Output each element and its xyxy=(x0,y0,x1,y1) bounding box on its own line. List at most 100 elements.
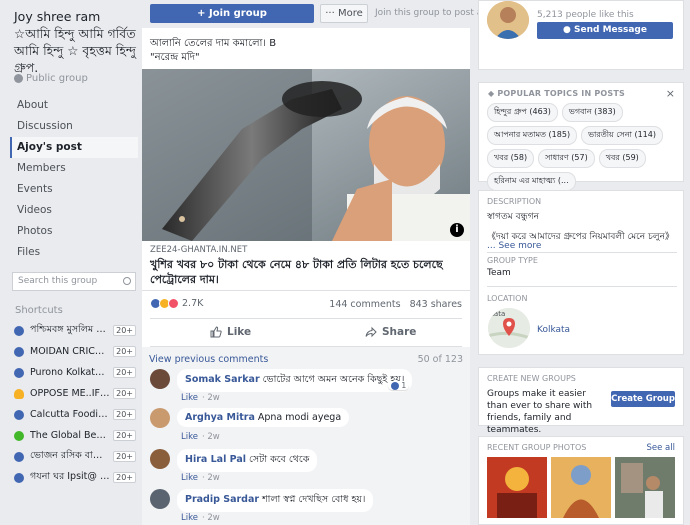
close-icon[interactable]: × xyxy=(666,87,675,100)
comment-text: Apna modi ayega xyxy=(257,412,342,423)
comment-like-link[interactable]: Like xyxy=(181,432,198,442)
post-text-line: আলানি তেলের দাম কমালো। B xyxy=(150,38,277,49)
comment-author[interactable]: Arghya Mitra xyxy=(185,412,255,423)
avatar-art xyxy=(487,1,529,39)
avatar[interactable] xyxy=(487,1,529,39)
comment-time[interactable]: 2w xyxy=(207,393,219,403)
group-photo[interactable] xyxy=(615,457,675,518)
group-icon xyxy=(14,472,24,483)
topic-tag[interactable]: ভগবান (383) xyxy=(561,103,623,122)
post-text-line: "নরেন্দ্র মদি" xyxy=(150,52,200,63)
nav-item-ajoys-post[interactable]: Ajoy's post xyxy=(10,137,138,158)
left-sidebar: Joy shree ram ☆আমি হিন্দু আমি গর্বিত আমি… xyxy=(0,0,140,525)
comment-bubble: Somak Sarkar ভোটের আগে অমন অনেক কিছুই হয়… xyxy=(177,369,413,392)
comment-like-link[interactable]: Like xyxy=(181,393,198,403)
comment-reactions[interactable]: 1 xyxy=(388,381,410,390)
nav-item-events[interactable]: Events xyxy=(10,179,138,200)
like-button[interactable]: Like xyxy=(210,326,251,338)
shortcut-item[interactable]: OPPOSE ME..IF U...20+ xyxy=(14,383,136,404)
avatar[interactable] xyxy=(150,408,170,428)
nav-item-photos[interactable]: Photos xyxy=(10,221,138,242)
avatar[interactable] xyxy=(150,449,170,469)
link-title[interactable]: খুশির খবর ৮০ টাকা থেকে নেমে ৪৮ টাকা প্রত… xyxy=(150,257,462,287)
description-text: স্বাগতম বন্ধুগন xyxy=(487,212,540,222)
shortcut-label: MOIDAN CRICKET... xyxy=(30,346,110,357)
reactions-summary[interactable]: 2.7K xyxy=(150,298,203,309)
topic-tag[interactable]: সাধারণ (57) xyxy=(538,149,595,168)
comment-text: শালা স্বপ্ন দেখছিস বোধ হয়। xyxy=(262,494,366,505)
shares-count[interactable]: 843 shares xyxy=(410,299,462,310)
search-icon[interactable] xyxy=(123,277,131,285)
create-groups-heading: CREATE NEW GROUPS xyxy=(487,374,576,383)
comment-meta: Like · 2w xyxy=(181,473,220,483)
location-map[interactable]: kata xyxy=(488,308,530,348)
shortcut-label: গযনা ঘর Ipsit@ The... xyxy=(30,471,110,482)
page-likes-count: 5,213 people like this xyxy=(537,10,634,20)
group-title[interactable]: Joy shree ram ☆আমি হিন্দু আমি গর্বিত আমি… xyxy=(14,8,138,76)
shortcut-item[interactable]: MOIDAN CRICKET...20+ xyxy=(14,341,136,362)
send-message-label: Send Message xyxy=(574,25,647,35)
topic-tag[interactable]: খবর (59) xyxy=(598,149,646,168)
comment-like-link[interactable]: Like xyxy=(181,513,198,523)
nav-item-discussion[interactable]: Discussion xyxy=(10,116,138,137)
nav-item-files[interactable]: Files xyxy=(10,242,138,263)
comment-meta: Like · 2w xyxy=(181,432,220,442)
comment-time[interactable]: 2w xyxy=(207,513,219,523)
location-value[interactable]: Kolkata xyxy=(537,325,570,335)
like-reaction-icon xyxy=(391,381,400,390)
topic-tag[interactable]: হরিনাম এর মাহাত্ম্য (... xyxy=(487,172,576,191)
info-icon[interactable]: i xyxy=(450,223,464,237)
group-photo-art xyxy=(487,457,547,518)
more-button[interactable]: ··· More xyxy=(320,4,368,23)
avatar[interactable] xyxy=(150,489,170,509)
nav-item-about[interactable]: About xyxy=(10,95,138,116)
group-icon xyxy=(14,367,24,378)
view-previous-comments-link[interactable]: View previous comments xyxy=(149,354,268,365)
map-label: kata xyxy=(490,310,506,318)
shortcuts-heading: Shortcuts xyxy=(15,305,63,316)
popular-topics-title: POPULAR TOPICS IN POSTS xyxy=(497,89,625,98)
comment-time[interactable]: 2w xyxy=(207,432,219,442)
shortcut-item[interactable]: ভোজন রসিক বাঙালি -...20+ xyxy=(14,446,136,467)
avatar[interactable] xyxy=(150,369,170,389)
join-group-button[interactable]: + Join group xyxy=(150,4,314,23)
share-button[interactable]: Share xyxy=(365,326,416,338)
divider xyxy=(150,318,462,319)
comment-author[interactable]: Pradip Sardar xyxy=(185,494,259,505)
shortcut-item[interactable]: Calcutta Foodies C...20+ xyxy=(14,404,136,425)
create-group-button[interactable]: Create Group xyxy=(611,391,675,407)
topic-tag[interactable]: খবর (58) xyxy=(487,149,535,168)
post-text: আলানি তেলের দাম কমালো। B "নরেন্দ্র মদি" xyxy=(150,37,460,65)
comment-author[interactable]: Hira Lal Pal xyxy=(185,454,246,465)
shortcut-item[interactable]: Purono Kolkatar G...20+ xyxy=(14,362,136,383)
comment-time[interactable]: 2w xyxy=(207,473,219,483)
comment-like-link[interactable]: Like xyxy=(181,473,198,483)
group-photo[interactable] xyxy=(551,457,611,518)
group-type-heading: GROUP TYPE xyxy=(487,256,538,265)
shortcut-badge: 20+ xyxy=(113,472,136,483)
comment-author[interactable]: Somak Sarkar xyxy=(185,374,260,385)
nav-item-members[interactable]: Members xyxy=(10,158,138,179)
shortcut-item[interactable]: পশ্চিমবঙ্গ মুসলিম বুদ্ধি...20+ xyxy=(14,320,136,341)
recent-photos-heading: RECENT GROUP PHOTOS xyxy=(487,443,587,452)
group-photo[interactable] xyxy=(487,457,547,518)
shortcut-item[interactable]: গযনা ঘর Ipsit@ The...20+ xyxy=(14,467,136,488)
see-more-link[interactable]: ... See more xyxy=(487,241,541,251)
shortcut-badge: 20+ xyxy=(113,388,136,399)
see-all-link[interactable]: See all xyxy=(647,443,676,453)
send-message-button[interactable]: ● Send Message xyxy=(537,22,673,39)
group-search-input[interactable]: Search this group xyxy=(12,272,136,291)
nav-item-videos[interactable]: Videos xyxy=(10,200,138,221)
topic-tag[interactable]: আপনার মতামত (185) xyxy=(487,126,578,145)
divider xyxy=(487,252,677,253)
topic-tag[interactable]: হিন্দুর গ্রুপ (463) xyxy=(487,103,558,122)
post-link-image[interactable]: i xyxy=(142,69,470,241)
shortcut-item[interactable]: The Global Bengali20+ xyxy=(14,425,136,446)
comment-text: সেটা কবে থেকে xyxy=(249,454,310,465)
group-type-value: Team xyxy=(487,268,511,278)
comments-count[interactable]: 144 comments xyxy=(329,299,400,310)
group-photo-art xyxy=(615,457,675,518)
topic-tag[interactable]: ভারতীয় সেনা (114) xyxy=(581,126,663,145)
comment-bubble: Arghya Mitra Apna modi ayega xyxy=(177,408,350,427)
group-nav: About Discussion Ajoy's post Members Eve… xyxy=(10,95,138,263)
